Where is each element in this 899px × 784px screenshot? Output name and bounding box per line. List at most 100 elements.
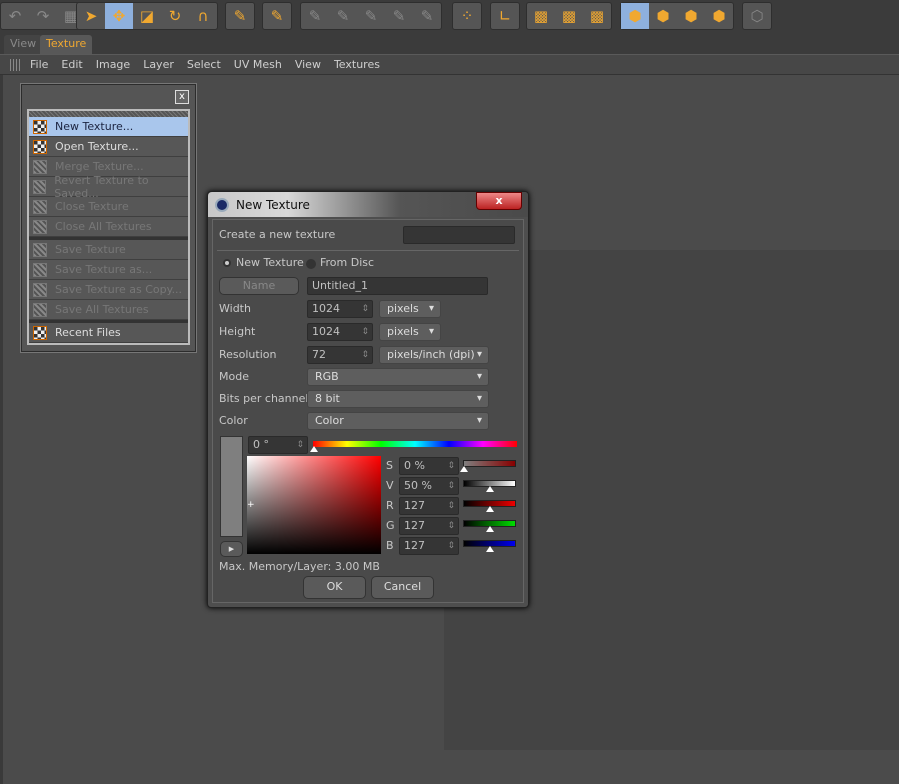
dialog-title: New Texture xyxy=(236,197,310,212)
menu-item[interactable]: Open Texture... xyxy=(29,137,188,157)
menu-layer[interactable]: Layer xyxy=(143,58,174,71)
s-slider[interactable] xyxy=(463,460,516,467)
v-input[interactable]: 50 % xyxy=(399,477,459,495)
grid-icon[interactable]: ⁘ xyxy=(453,3,481,29)
menu-item[interactable]: Recent Files xyxy=(29,323,188,343)
menu-edit[interactable]: Edit xyxy=(61,58,82,71)
resolution-input[interactable]: 72 xyxy=(307,346,373,364)
hue-input[interactable]: 0 ° xyxy=(248,436,308,454)
toolbar-group: ✎ xyxy=(225,2,255,30)
r-slider-thumb[interactable] xyxy=(485,506,494,512)
cube-a-icon[interactable]: ⬢ xyxy=(621,3,649,29)
checker-c-icon[interactable]: ▩ xyxy=(583,3,611,29)
r-label: R xyxy=(386,499,394,512)
checker-b-icon[interactable]: ▩ xyxy=(555,3,583,29)
cube-d-icon[interactable]: ⬢ xyxy=(705,3,733,29)
dialog-close-button[interactable]: x xyxy=(476,192,522,210)
cube-b-icon[interactable]: ⬢ xyxy=(649,3,677,29)
brush-a-icon[interactable]: ✎ xyxy=(301,3,329,29)
brush-c-icon[interactable]: ✎ xyxy=(357,3,385,29)
magnet-icon[interactable]: ∩ xyxy=(189,3,217,29)
menu-item[interactable]: Save All Textures xyxy=(29,300,188,320)
height-input[interactable]: 1024 xyxy=(307,323,373,341)
bits-label: Bits per channel xyxy=(219,392,309,405)
scale-icon[interactable]: ◪ xyxy=(133,3,161,29)
menu-item-label: Save Texture as... xyxy=(55,263,153,276)
rotate-icon[interactable]: ↻ xyxy=(161,3,189,29)
expand-button[interactable]: ▶ xyxy=(220,541,243,557)
menu-textures[interactable]: Textures xyxy=(334,58,380,71)
texture-icon xyxy=(33,139,47,154)
close-icon[interactable]: x xyxy=(175,90,189,104)
toolbar-group: ➤ ✥ ◪ ↻ ∩ xyxy=(76,2,218,30)
ok-button[interactable]: OK xyxy=(303,576,366,599)
divider xyxy=(217,250,519,251)
axis-icon[interactable]: ∟ xyxy=(491,3,519,29)
live-select-icon[interactable]: ➤ xyxy=(77,3,105,29)
current-color-swatch xyxy=(220,436,243,537)
tab-view[interactable]: View xyxy=(4,35,43,54)
menu-item-label: Merge Texture... xyxy=(55,160,144,173)
mode-dropdown[interactable]: RGB xyxy=(307,368,489,386)
texture-icon xyxy=(33,262,47,277)
hue-slider[interactable] xyxy=(313,441,517,447)
menu-item[interactable]: Close All Textures xyxy=(29,217,188,237)
radio-new-texture-label[interactable]: New Texture xyxy=(236,256,304,269)
color-dropdown[interactable]: Color xyxy=(307,412,489,430)
heading-field xyxy=(403,226,515,244)
bits-dropdown[interactable]: 8 bit xyxy=(307,390,489,408)
grip-icon[interactable] xyxy=(10,58,22,71)
picker-cursor[interactable]: + xyxy=(247,501,255,510)
g-input[interactable]: 127 xyxy=(399,517,459,535)
menu-item[interactable]: Save Texture xyxy=(29,240,188,260)
menu-image[interactable]: Image xyxy=(96,58,130,71)
menu-select[interactable]: Select xyxy=(187,58,221,71)
paint-3d-icon[interactable]: ✎ xyxy=(263,3,291,29)
menu-item[interactable]: Save Texture as Copy... xyxy=(29,280,188,300)
move-icon[interactable]: ✥ xyxy=(105,3,133,29)
saturation-value-picker[interactable] xyxy=(247,456,381,554)
toolbar-group: ✎ xyxy=(262,2,292,30)
cube-c-icon[interactable]: ⬢ xyxy=(677,3,705,29)
radio-from-disc[interactable] xyxy=(306,259,316,269)
hex-icon[interactable]: ⬡ xyxy=(743,3,771,29)
s-input[interactable]: 0 % xyxy=(399,457,459,475)
undo-icon[interactable]: ↶ xyxy=(1,3,29,29)
name-input[interactable]: Untitled_1 xyxy=(307,277,488,295)
menu-file[interactable]: File xyxy=(30,58,48,71)
radio-from-disc-label[interactable]: From Disc xyxy=(320,256,374,269)
menu-item-label: Close Texture xyxy=(55,200,129,213)
brush-e-icon[interactable]: ✎ xyxy=(413,3,441,29)
resolution-unit-dropdown[interactable]: pixels/inch (dpi) xyxy=(379,346,489,364)
menu-item[interactable]: New Texture... xyxy=(29,117,188,137)
name-button[interactable]: Name xyxy=(219,277,299,295)
texture-icon xyxy=(33,302,47,317)
height-unit-dropdown[interactable]: pixels xyxy=(379,323,441,341)
menu-item[interactable]: Close Texture xyxy=(29,197,188,217)
width-input[interactable]: 1024 xyxy=(307,300,373,318)
radio-new-texture[interactable] xyxy=(223,259,231,267)
tab-texture[interactable]: Texture xyxy=(40,35,93,54)
v-slider-thumb[interactable] xyxy=(485,486,494,492)
hue-slider-thumb[interactable] xyxy=(310,446,318,452)
brush-d-icon[interactable]: ✎ xyxy=(385,3,413,29)
b-slider-thumb[interactable] xyxy=(485,546,494,552)
main-toolbar: ↶ ↷ ▦ ➤ ✥ ◪ ↻ ∩ ✎ ✎ ✎ ✎ ✎ ✎ ✎ ⁘ ∟ ▩ ▩ ▩ ⬢ ⬢ ⬢ ⬢ ⬡ xyxy=(0,0,899,33)
cancel-button[interactable]: Cancel xyxy=(371,576,434,599)
checker-a-icon[interactable]: ▩ xyxy=(527,3,555,29)
brush-b-icon[interactable]: ✎ xyxy=(329,3,357,29)
menu-view[interactable]: View xyxy=(295,58,321,71)
texture-icon xyxy=(33,282,47,297)
paint-brush-icon[interactable]: ✎ xyxy=(226,3,254,29)
b-input[interactable]: 127 xyxy=(399,537,459,555)
menu-item[interactable]: Save Texture as... xyxy=(29,260,188,280)
g-slider-thumb[interactable] xyxy=(485,526,494,532)
r-input[interactable]: 127 xyxy=(399,497,459,515)
s-slider-thumb[interactable] xyxy=(460,466,468,472)
color-label: Color xyxy=(219,414,248,427)
new-texture-dialog: New Texture x Create a new texture New T… xyxy=(207,191,529,608)
menu-item[interactable]: Revert Texture to Saved... xyxy=(29,174,188,200)
redo-icon[interactable]: ↷ xyxy=(29,3,57,29)
menu-uv-mesh[interactable]: UV Mesh xyxy=(234,58,282,71)
width-unit-dropdown[interactable]: pixels xyxy=(379,300,441,318)
